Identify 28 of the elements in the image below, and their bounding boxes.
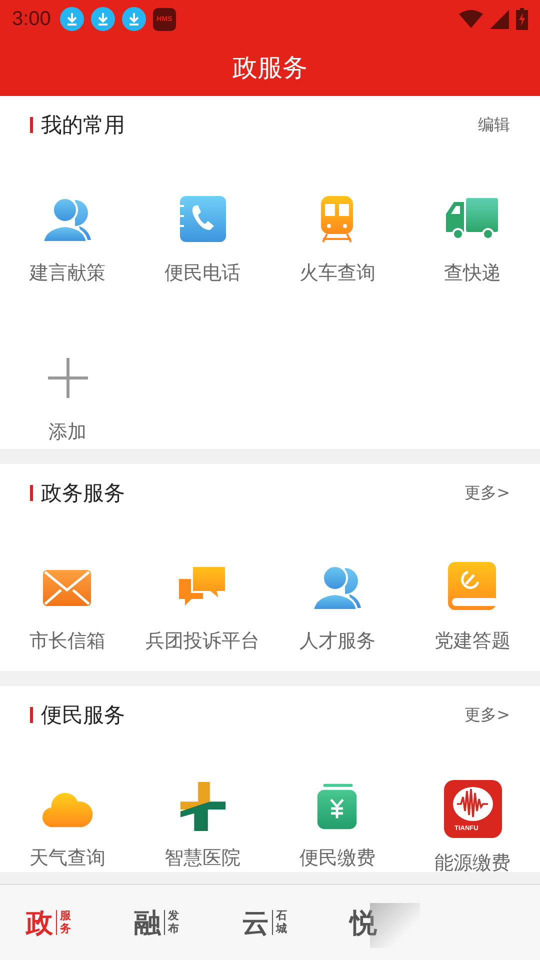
service-shortcut[interactable]: 兵团投诉平台 bbox=[135, 522, 270, 671]
nav-tab[interactable]: 悦 bbox=[350, 904, 458, 940]
download-icon bbox=[122, 7, 146, 31]
service-shortcut[interactable]: 智慧医院 bbox=[135, 744, 270, 872]
battery-icon bbox=[516, 8, 528, 30]
service-shortcut[interactable]: 添加 bbox=[0, 303, 135, 449]
service-shortcut[interactable]: 便民电话 bbox=[135, 154, 270, 303]
service-shortcut[interactable]: 火车查询 bbox=[270, 154, 405, 303]
section-title: 我的常用 bbox=[41, 112, 126, 139]
service-shortcut[interactable]: 市长信箱 bbox=[0, 522, 135, 671]
service-shortcut[interactable]: 建言献策 bbox=[0, 154, 135, 303]
service-shortcut[interactable]: 便民缴费 bbox=[270, 744, 405, 872]
section-action-link[interactable]: 编辑 bbox=[478, 114, 510, 136]
section-action-link[interactable]: 更多> bbox=[464, 704, 510, 726]
service-shortcut[interactable]: 人才服务 bbox=[270, 522, 405, 671]
service-shortcut[interactable]: 查快递 bbox=[405, 154, 540, 303]
app-logo-icon bbox=[444, 780, 502, 838]
page-title: 政服务 bbox=[232, 52, 308, 84]
wifi-icon bbox=[459, 10, 483, 28]
service-shortcut[interactable]: 党建答题 bbox=[405, 522, 540, 671]
status-time: 3:00 bbox=[12, 8, 51, 30]
section-title: 便民服务 bbox=[41, 702, 126, 729]
section-title: 政务服务 bbox=[41, 480, 126, 507]
signal-icon bbox=[490, 10, 509, 28]
section-action-link[interactable]: 更多> bbox=[464, 482, 510, 504]
download-icon bbox=[60, 7, 84, 31]
download-icon bbox=[90, 7, 115, 31]
service-shortcut[interactable]: 天气查询 bbox=[0, 744, 135, 872]
